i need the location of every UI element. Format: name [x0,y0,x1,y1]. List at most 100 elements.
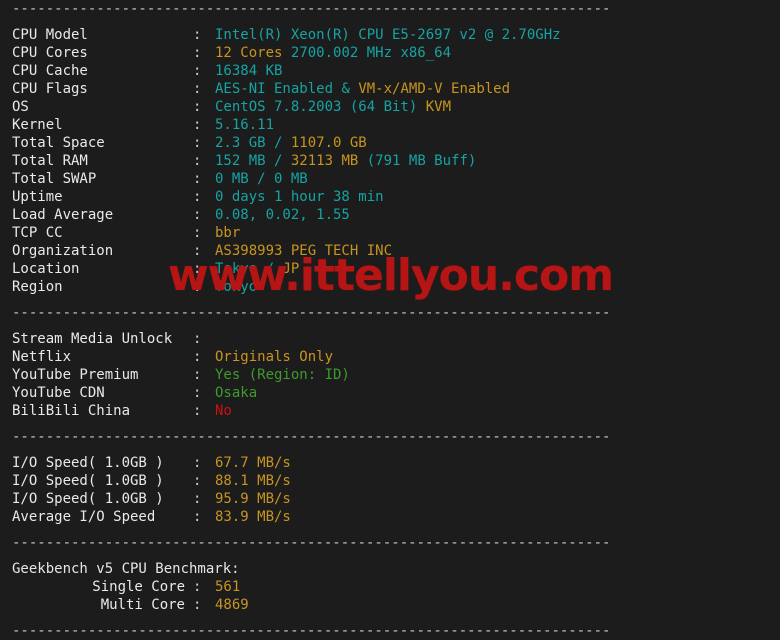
info-row-value: 67.7 MB/s [215,455,291,471]
info-row: I/O Speed( 1.0GB ):95.9 MB/s [0,490,780,508]
value-segment: Originals Only [215,349,334,365]
info-row-value: 95.9 MB/s [215,491,291,507]
value-segment: 1107.0 GB [290,135,367,151]
value-segment: 4869 [215,597,249,613]
info-row-label: Region [12,279,63,295]
info-row: Netflix: Originals Only [0,348,780,366]
info-row-colon: : [193,27,202,43]
info-row-value: Intel(R) Xeon(R) CPU E5-2697 v2 @ 2.70GH… [215,27,561,43]
info-row-colon: : [193,81,202,97]
info-row-value: Tokyo [215,279,257,295]
info-row-label: OS [12,99,29,115]
info-row: Kernel:5.16.11 [0,116,780,134]
info-row-label: YouTube CDN [12,385,105,401]
info-row-colon: : [193,135,202,151]
info-row: CPU Cores:12 Cores 2700.002 MHz x86_64 [0,44,780,62]
separator-line: ----------------------------------------… [12,1,611,17]
info-row-value: AS398993 PEG TECH INC [215,243,392,259]
value-segment [282,45,290,61]
info-row-label: CPU Cache [12,63,88,79]
value-segment: / [265,135,291,151]
info-row: BiliBili China: No [0,402,780,420]
info-row-colon: : [193,207,202,223]
value-segment: 67.7 MB/s [215,455,291,471]
info-row-colon: : [193,349,202,365]
info-row-colon: : [193,171,202,187]
info-row-colon: : [193,243,202,259]
info-row-colon: : [193,367,202,383]
value-segment: KVM [425,99,452,115]
info-row-value: 12 Cores 2700.002 MHz x86_64 [215,45,451,61]
info-row-label: TCP CC [12,225,63,241]
info-row: YouTube CDN: Osaka [0,384,780,402]
info-row: CPU Model: Intel(R) Xeon(R) CPU E5-2697 v… [0,26,780,44]
info-row-colon: : [193,473,202,489]
info-row-colon: : [193,45,202,61]
separator-line: ----------------------------------------… [12,535,611,551]
info-row-label: I/O Speed( 1.0GB ) [12,455,164,471]
value-segment: 5.16.11 [215,117,275,133]
value-segment: bbr [215,225,241,241]
info-row-value: No [215,403,232,419]
info-row-label: Total SWAP [12,171,97,187]
section-heading: Geekbench v5 CPU Benchmark: [12,561,240,577]
info-row-value: bbr [215,225,240,241]
info-row-value: 0.08, 0.02, 1.55 [215,207,350,223]
separator-line: ----------------------------------------… [12,305,611,321]
value-segment: 95.9 MB/s [215,491,291,507]
info-row: Stream Media Unlock: [0,330,780,348]
info-row-label: Multi Core [100,597,185,613]
value-segment: Intel(R) Xeon(R) CPU E5-2697 v2 @ 2.70GH… [215,27,561,43]
info-row: OS: CentOS 7.8.2003 (64 Bit) KVM [0,98,780,116]
info-row-colon: : [193,279,202,295]
value-segment: 561 [215,579,241,595]
info-row-label: Load Average [12,207,114,223]
info-row-value: 0 days 1 hour 38 min [215,189,384,205]
info-row-value: 16384 KB [215,63,282,79]
value-segment: 2.3 GB [215,135,266,151]
value-segment: 12 Cores [215,45,283,61]
info-row-label: Location [12,261,80,277]
separator-line: ----------------------------------------… [12,623,611,639]
info-row-colon: : [193,403,202,419]
info-row-label: Stream Media Unlock [12,331,173,347]
info-row-value: AES-NI Enabled & VM-x/AMD-V Enabled [215,81,510,97]
value-segment: VM-x/AMD-V Enabled [358,81,511,97]
value-segment: No [215,403,232,419]
info-row-label: CPU Cores [12,45,88,61]
info-row-label: Kernel [12,117,63,133]
value-segment: AS398993 PEG TECH INC [215,243,393,259]
value-segment: 16384 KB [215,63,283,79]
value-segment: 0 days 1 hour 38 min [215,189,384,205]
value-segment: 32113 MB [290,153,359,169]
info-row-colon: : [193,579,202,595]
info-row: Organization: AS398993 PEG TECH INC [0,242,780,260]
separator-line: ----------------------------------------… [12,429,611,445]
info-row-value: 2.3 GB / 1107.0 GB [215,135,367,151]
info-row-value: CentOS 7.8.2003 (64 Bit) KVM [215,99,451,115]
info-row: Single Core:561 [0,578,780,596]
info-row-label: Total RAM [12,153,88,169]
info-row-label: I/O Speed( 1.0GB ) [12,491,164,507]
info-row-colon: : [193,597,202,613]
info-row-label: CPU Flags [12,81,88,97]
info-row-label: Uptime [12,189,63,205]
info-row: CPU Flags: AES-NI Enabled & VM-x/AMD-V En… [0,80,780,98]
info-row: Region: Tokyo [0,278,780,296]
info-row: I/O Speed( 1.0GB ):88.1 MB/s [0,472,780,490]
value-segment: 0.08, 0.02, 1.55 [215,207,350,223]
value-segment: CentOS 7.8.2003 (64 Bit) [215,99,426,115]
value-segment: Yes (Region: ID) [215,367,350,383]
info-row-colon: : [193,261,202,277]
info-row-value: 88.1 MB/s [215,473,291,489]
value-segment: 2700.002 MHz x86_64 [290,45,452,61]
info-row-label: BiliBili China [12,403,131,419]
info-row-colon: : [193,509,202,525]
info-row-colon: : [193,153,202,169]
info-row-value: Yes (Region: ID) [215,367,350,383]
value-segment: AES-NI Enabled [215,81,334,97]
info-row-value: 0 MB / 0 MB [215,171,308,187]
